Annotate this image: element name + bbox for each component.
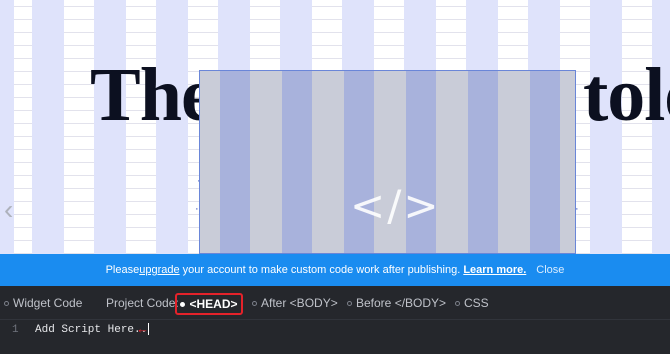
code-text: Add Script Here..	[35, 323, 148, 336]
tab-css[interactable]: CSS	[455, 296, 489, 310]
page-heading-right: tole	[583, 53, 670, 137]
tab-indicator-icon	[455, 300, 460, 306]
tab-label: Before </BODY>	[356, 296, 447, 310]
tab-label: CSS	[464, 296, 489, 310]
upgrade-link[interactable]: upgrade	[139, 264, 179, 276]
learn-more-link[interactable]: Learn more.	[463, 264, 526, 276]
tab-indicator-icon	[347, 300, 352, 306]
tab-indicator-icon	[180, 301, 186, 307]
tab-widget-code[interactable]: Widget Code	[4, 296, 82, 310]
prev-slide-icon[interactable]: ‹	[4, 196, 13, 224]
tab-head[interactable]: <HEAD>	[175, 293, 243, 315]
line-number: 1	[12, 324, 19, 336]
code-editor-panel: Widget Code Project Code: <HEAD> After <…	[0, 286, 670, 354]
tab-label: After <BODY>	[261, 296, 338, 310]
tab-label: Widget Code	[13, 296, 83, 310]
custom-code-widget[interactable]: </>	[199, 70, 576, 254]
tab-label: <HEAD>	[189, 297, 238, 311]
page-heading-left: The	[90, 53, 215, 137]
editor-divider	[0, 319, 670, 320]
notice-prefix: Please	[105, 264, 140, 276]
notice-message: your account to make custom code work af…	[179, 264, 464, 276]
code-icon: </>	[350, 181, 441, 230]
code-input[interactable]: Add Script Here..	[35, 323, 150, 336]
tab-indicator-icon	[4, 300, 9, 306]
tab-indicator-icon	[252, 300, 257, 306]
project-code-label: Project Code:	[106, 296, 179, 310]
tab-after-body[interactable]: After <BODY>	[252, 296, 338, 310]
page-canvas: The tole · · · ‹ </>	[0, 0, 670, 254]
editor-tabs: Widget Code Project Code: <HEAD> After <…	[0, 286, 670, 320]
tab-before-body[interactable]: Before </BODY>	[347, 296, 446, 310]
upgrade-notice-bar: Please upgrade your account to make cust…	[0, 254, 670, 286]
project-code-text: Project Code:	[106, 296, 179, 310]
close-notice-button[interactable]: Close	[536, 264, 564, 276]
arrow-left-icon: ←	[136, 321, 149, 336]
